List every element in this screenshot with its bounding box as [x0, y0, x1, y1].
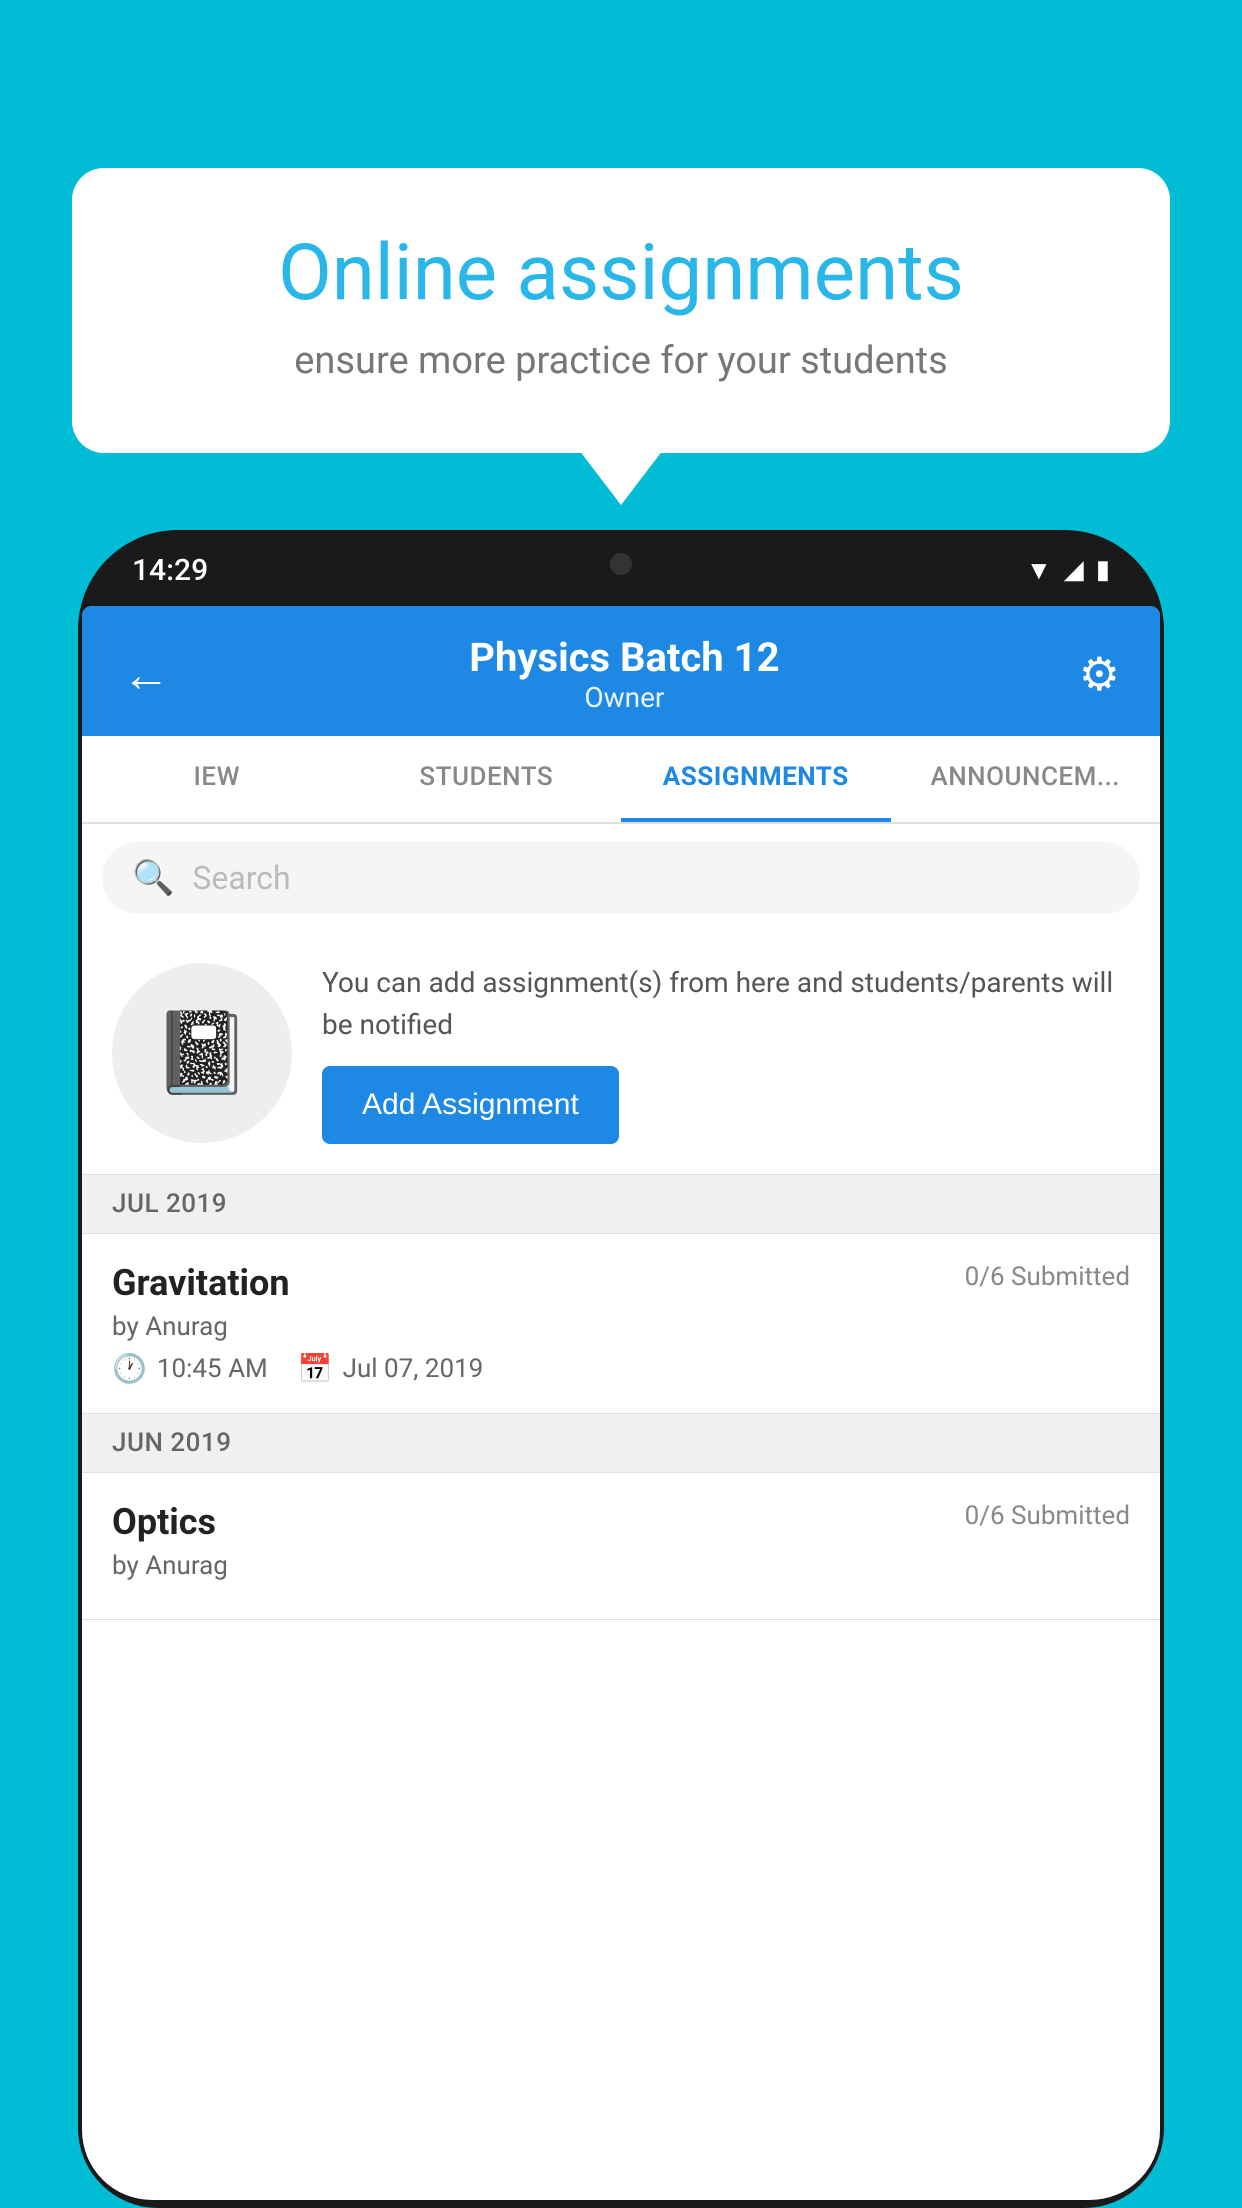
month-jul-2019: JUL 2019: [82, 1175, 1160, 1234]
clock-icon: 🕐: [112, 1352, 147, 1385]
tab-bar: IEW STUDENTS ASSIGNMENTS ANNOUNCEM...: [82, 736, 1160, 824]
assignment-gravitation-date: 📅 Jul 07, 2019: [298, 1352, 484, 1385]
calendar-icon: 📅: [298, 1352, 333, 1385]
assignment-gravitation-date-value: Jul 07, 2019: [343, 1354, 484, 1384]
assignment-optics-header: Optics 0/6 Submitted: [112, 1501, 1130, 1543]
tab-announcements[interactable]: ANNOUNCEM...: [891, 736, 1161, 822]
assignment-gravitation-submitted: 0/6 Submitted: [965, 1262, 1130, 1292]
bubble-title: Online assignments: [142, 228, 1100, 319]
assignment-optics-name: Optics: [112, 1501, 216, 1543]
phone-notch: [531, 534, 711, 594]
phone-frame: 14:29 ▼ ◢ ▮ ← Physics Batch 12 Owner ⚙ I…: [78, 530, 1164, 2208]
tab-assignments[interactable]: ASSIGNMENTS: [621, 736, 891, 822]
assignment-gravitation-time-value: 10:45 AM: [157, 1354, 268, 1384]
bubble-subtitle: ensure more practice for your students: [142, 339, 1100, 383]
assignment-gravitation-name: Gravitation: [112, 1262, 290, 1304]
camera-dot: [610, 553, 632, 575]
status-time: 14:29: [132, 553, 208, 588]
assignment-item-gravitation[interactable]: Gravitation 0/6 Submitted by Anurag 🕐 10…: [82, 1234, 1160, 1414]
search-container: 🔍 Search: [82, 824, 1160, 932]
search-bar[interactable]: 🔍 Search: [102, 842, 1140, 914]
phone-screen: ← Physics Batch 12 Owner ⚙ IEW STUDENTS …: [82, 606, 1160, 2200]
header-center: Physics Batch 12 Owner: [469, 634, 779, 714]
app-header: ← Physics Batch 12 Owner ⚙: [82, 606, 1160, 736]
promo-text: You can add assignment(s) from here and …: [322, 962, 1130, 1046]
status-icons: ▼ ◢ ▮: [1026, 555, 1110, 586]
signal-icon: ◢: [1064, 555, 1084, 585]
assignment-gravitation-meta: 🕐 10:45 AM 📅 Jul 07, 2019: [112, 1352, 1130, 1385]
battery-icon: ▮: [1096, 555, 1110, 585]
header-title: Physics Batch 12: [469, 634, 779, 681]
notebook-icon: 📓: [152, 1006, 252, 1100]
assignment-gravitation-header: Gravitation 0/6 Submitted: [112, 1262, 1130, 1304]
assignment-icon-circle: 📓: [112, 963, 292, 1143]
tab-iew[interactable]: IEW: [82, 736, 352, 822]
search-placeholder: Search: [192, 859, 290, 897]
search-icon: 🔍: [132, 858, 174, 898]
settings-icon[interactable]: ⚙: [1079, 647, 1120, 702]
assignment-optics-submitted: 0/6 Submitted: [965, 1501, 1130, 1531]
speech-bubble: Online assignments ensure more practice …: [72, 168, 1170, 453]
assignment-gravitation-by: by Anurag: [112, 1312, 1130, 1342]
tab-students[interactable]: STUDENTS: [352, 736, 622, 822]
assignment-gravitation-time: 🕐 10:45 AM: [112, 1352, 268, 1385]
promo-content: You can add assignment(s) from here and …: [322, 962, 1130, 1144]
month-jun-2019: JUN 2019: [82, 1414, 1160, 1473]
back-button[interactable]: ←: [122, 646, 170, 703]
phone-status-bar: 14:29 ▼ ◢ ▮: [82, 534, 1160, 606]
header-subtitle: Owner: [469, 681, 779, 714]
promo-section: 📓 You can add assignment(s) from here an…: [82, 932, 1160, 1175]
wifi-icon: ▼: [1026, 555, 1052, 586]
add-assignment-button[interactable]: Add Assignment: [322, 1066, 619, 1144]
assignment-item-optics[interactable]: Optics 0/6 Submitted by Anurag: [82, 1473, 1160, 1620]
assignment-optics-by: by Anurag: [112, 1551, 1130, 1581]
